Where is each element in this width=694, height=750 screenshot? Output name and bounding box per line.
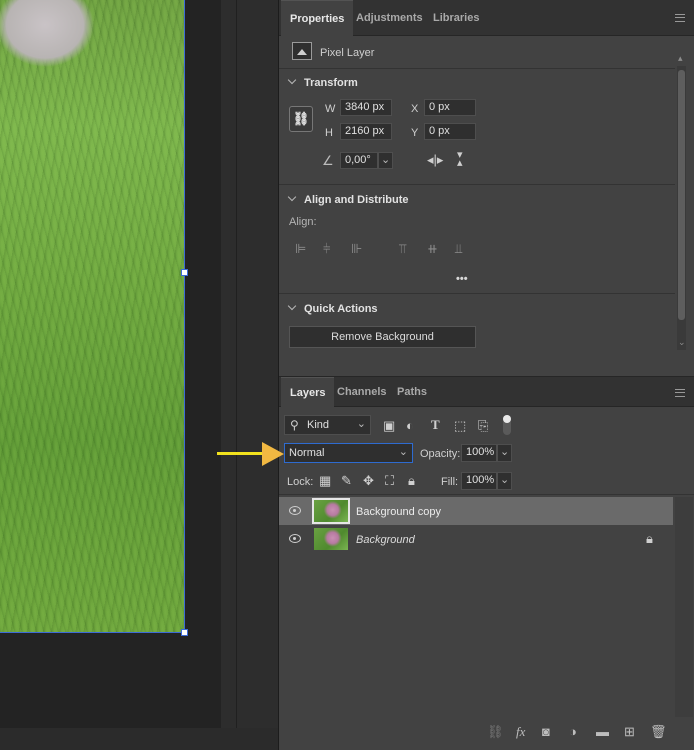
tab-layers[interactable]: Layers (281, 377, 335, 408)
fx-icon[interactable]: fx (516, 724, 525, 740)
x-label: X (411, 103, 419, 115)
layer-row-background-copy[interactable]: Background copy (279, 497, 673, 525)
lock-artboard-icon[interactable]: ⛶ (385, 474, 394, 487)
filter-pixel-icon[interactable]: ▣ (383, 419, 395, 432)
transform-title: Transform (304, 77, 358, 89)
properties-scrollbar[interactable] (677, 66, 686, 350)
filter-smart-object-icon[interactable]: ⎘ (478, 419, 488, 432)
canvas-status-strip (0, 728, 278, 750)
visibility-eye-icon[interactable] (289, 506, 301, 515)
y-field[interactable]: 0 px (424, 123, 476, 140)
flip-horizontal-icon[interactable]: ◂|▸ (427, 153, 443, 166)
add-mask-icon[interactable]: ◙ (542, 724, 550, 739)
align-right-icon[interactable]: ⊪ (351, 242, 362, 255)
layers-scrollbar[interactable] (675, 497, 693, 717)
scroll-up-icon[interactable]: ▴ (678, 52, 683, 65)
tab-properties[interactable]: Properties (281, 0, 354, 36)
layer-filter-kind-select[interactable]: ⚲ Kind ⌄ (284, 415, 371, 435)
properties-tabbar: Properties Adjustments Libraries (279, 0, 694, 36)
angle-dropdown-chevron-icon[interactable]: ⌄ (378, 152, 393, 169)
filter-kind-label: Kind (307, 419, 330, 431)
filter-type-icon[interactable]: T (431, 418, 440, 431)
properties-menu-icon[interactable] (675, 14, 685, 22)
align-title: Align and Distribute (304, 194, 409, 206)
y-label: Y (411, 127, 419, 139)
layer-row-background[interactable]: Background 🔒︎ (279, 525, 673, 553)
flip-vertical-icon[interactable]: ▾ ▴ (457, 150, 463, 169)
grass-photo (0, 0, 185, 633)
group-folder-icon[interactable]: ▬ (596, 724, 609, 739)
align-bottom-icon[interactable]: ⫫ (455, 242, 462, 255)
transform-handle-bottom-right[interactable] (181, 629, 188, 636)
visibility-eye-icon[interactable] (289, 534, 301, 543)
transform-chevron-icon[interactable] (287, 75, 297, 85)
layers-tabbar: Layers Channels Paths (279, 376, 694, 408)
link-layers-icon[interactable]: ⛓ (487, 724, 504, 740)
scroll-down-icon[interactable]: ⌄ (678, 336, 686, 349)
width-field[interactable]: 3840 px (340, 99, 392, 116)
remove-background-button[interactable]: Remove Background (289, 326, 476, 348)
link-dimensions-icon[interactable]: ⛓ (289, 106, 313, 132)
height-label: H (325, 127, 333, 139)
lock-all-icon[interactable]: 🔒︎ (408, 474, 415, 487)
right-panels: Properties Adjustments Libraries Pixel L… (278, 0, 694, 750)
canvas-gutter (221, 0, 278, 750)
fill-label: Fill: (441, 476, 459, 488)
fill-dropdown-icon[interactable]: ⌄ (497, 472, 512, 490)
new-layer-icon[interactable]: ⊞ (624, 724, 635, 740)
quick-actions-title: Quick Actions (304, 303, 378, 315)
layer-name: Background copy (356, 506, 441, 518)
height-field[interactable]: 2160 px (340, 123, 392, 140)
blend-mode-select[interactable]: Normal ⌄ (284, 443, 413, 463)
chevron-down-icon: ⌄ (356, 418, 366, 430)
lock-icon: 🔒︎ (646, 531, 653, 546)
angle-icon: ∠ (322, 153, 334, 168)
lock-position-icon[interactable]: ✥ (363, 474, 374, 487)
layer-thumbnail (312, 498, 350, 524)
align-top-icon[interactable]: ⫪ (399, 242, 406, 255)
pixel-layer-icon (292, 42, 312, 60)
filter-toggle[interactable] (503, 415, 511, 435)
fill-field[interactable]: 100% (461, 472, 497, 490)
width-label: W (325, 103, 336, 115)
transform-handle-right[interactable] (181, 269, 188, 276)
tab-libraries[interactable]: Libraries (424, 0, 488, 36)
tab-paths[interactable]: Paths (388, 377, 436, 408)
align-horizontal-center-icon[interactable]: ⫩ (323, 242, 330, 255)
more-options-icon[interactable]: ••• (456, 273, 468, 285)
chevron-down-icon: ⌄ (398, 446, 408, 458)
opacity-label: Opacity: (420, 448, 461, 460)
opacity-dropdown-icon[interactable]: ⌄ (497, 444, 512, 462)
tutorial-arrow-head-icon (262, 442, 284, 466)
blend-mode-value: Normal (289, 447, 325, 459)
properties-scroll-thumb[interactable] (678, 70, 685, 320)
adjustment-layer-icon[interactable]: ◑ (569, 724, 577, 739)
align-vertical-center-icon[interactable]: ⧺ (427, 242, 438, 255)
filter-shape-icon[interactable]: ⬚ (454, 419, 466, 432)
delete-layer-icon[interactable]: 🗑︎ (650, 724, 667, 740)
align-left-icon[interactable]: ⊫ (295, 242, 306, 255)
lock-transparent-pixels-icon[interactable]: ▦ (319, 474, 331, 487)
lock-label: Lock: (287, 476, 314, 488)
layers-footer: ⛓ fx ◙ ◑ ▬ ⊞ 🗑︎ (279, 722, 694, 744)
document-canvas[interactable] (0, 0, 221, 728)
lock-image-pixels-icon[interactable]: ✎ (341, 474, 352, 487)
tutorial-arrow-icon (217, 452, 263, 455)
tab-adjustments[interactable]: Adjustments (347, 0, 432, 36)
tab-channels[interactable]: Channels (328, 377, 396, 408)
layers-menu-icon[interactable] (675, 389, 685, 397)
angle-field[interactable]: 0,00° (340, 152, 378, 169)
layer-kind-label: Pixel Layer (320, 47, 375, 59)
layer-thumbnail (314, 528, 348, 550)
x-field[interactable]: 0 px (424, 99, 476, 116)
quick-actions-chevron-icon[interactable] (287, 301, 297, 311)
search-icon: ⚲ (290, 418, 299, 432)
layer-name: Background (356, 534, 415, 546)
filter-adjustment-icon[interactable]: ◐ (406, 419, 414, 432)
opacity-field[interactable]: 100% (461, 444, 497, 462)
align-chevron-icon[interactable] (287, 192, 297, 202)
align-label: Align: (289, 216, 317, 228)
gutter-divider (236, 0, 237, 750)
